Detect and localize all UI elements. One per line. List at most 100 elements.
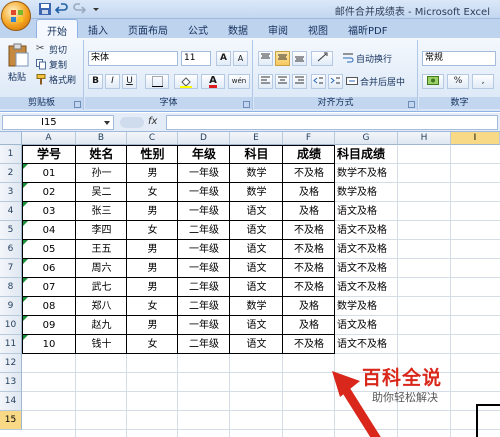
table-cell[interactable]: 语文不及格 (335, 221, 398, 240)
underline-button[interactable]: U (122, 74, 137, 89)
table-cell[interactable]: 及格 (283, 183, 335, 202)
increase-indent-button[interactable] (328, 74, 343, 89)
table-cell[interactable]: 男 (127, 240, 178, 259)
number-format-select[interactable]: 常规 (422, 51, 496, 66)
align-center-button[interactable] (275, 74, 290, 89)
clipboard-launcher[interactable] (74, 101, 81, 108)
phonetic-button[interactable]: wén (228, 74, 250, 89)
table-cell[interactable]: 语文不及格 (335, 278, 398, 297)
table-cell[interactable]: 语文 (230, 240, 283, 259)
table-cell[interactable]: 语文 (230, 221, 283, 240)
table-cell[interactable]: 男 (127, 316, 178, 335)
align-left-button[interactable] (258, 74, 273, 89)
table-cell[interactable]: 赵九 (76, 316, 127, 335)
table-cell[interactable]: 数学不及格 (335, 164, 398, 183)
column-header-f[interactable]: F (283, 132, 335, 145)
table-cell[interactable]: 郑八 (76, 297, 127, 316)
table-cell[interactable]: 一年级 (178, 164, 230, 183)
table-cell[interactable]: 不及格 (283, 164, 335, 183)
table-cell[interactable]: 二年级 (178, 297, 230, 316)
grow-font-button[interactable]: A (216, 51, 231, 66)
copy-button[interactable]: 复制 (36, 58, 82, 71)
table-cell[interactable]: 不及格 (283, 259, 335, 278)
table-cell[interactable]: 02 (22, 183, 76, 202)
table-cell[interactable]: 不及格 (283, 278, 335, 297)
table-cell[interactable]: 不及格 (283, 240, 335, 259)
table-cell[interactable]: 男 (127, 278, 178, 297)
font-color-button[interactable]: A (201, 74, 225, 89)
column-header-d[interactable]: D (178, 132, 230, 145)
column-header-b[interactable]: B (76, 132, 127, 145)
save-icon[interactable] (38, 2, 52, 16)
table-cell[interactable]: 一年级 (178, 202, 230, 221)
table-cell[interactable]: 08 (22, 297, 76, 316)
percent-button[interactable]: % (447, 74, 469, 89)
tab-formulas[interactable]: 公式 (178, 19, 218, 38)
row-header-15[interactable]: 15 (0, 411, 22, 430)
table-header-cell[interactable]: 科目 (230, 145, 283, 164)
bold-button[interactable]: B (88, 74, 103, 89)
align-right-button[interactable] (292, 74, 307, 89)
table-cell[interactable]: 二年级 (178, 221, 230, 240)
font-launcher[interactable] (243, 101, 250, 108)
table-cell[interactable]: 03 (22, 202, 76, 221)
insert-function-button[interactable]: fx (148, 116, 157, 127)
table-cell[interactable]: 二年级 (178, 278, 230, 297)
row-header-3[interactable]: 3 (0, 183, 22, 202)
row-header-6[interactable]: 6 (0, 240, 22, 259)
table-cell[interactable]: 09 (22, 316, 76, 335)
formula-input[interactable] (166, 115, 498, 130)
column-header-i[interactable]: I (451, 132, 500, 145)
row-header-11[interactable]: 11 (0, 335, 22, 354)
fill-color-button[interactable] (174, 74, 198, 89)
table-cell[interactable]: 一年级 (178, 240, 230, 259)
table-cell[interactable]: 一年级 (178, 183, 230, 202)
orientation-button[interactable] (311, 51, 333, 66)
merge-center-button[interactable]: 合并后居中 (346, 74, 416, 89)
table-cell[interactable]: 及格 (283, 316, 335, 335)
wrap-text-button[interactable]: 自动换行 (342, 51, 414, 66)
table-header-cell[interactable]: 成绩 (283, 145, 335, 164)
table-cell[interactable]: 数学及格 (335, 183, 398, 202)
tab-view[interactable]: 视图 (298, 19, 338, 38)
cut-button[interactable]: ✂ 剪切 (36, 43, 82, 56)
table-cell[interactable]: 数学及格 (335, 297, 398, 316)
align-bottom-button[interactable] (292, 51, 307, 66)
table-cell[interactable]: 钱十 (76, 335, 127, 354)
table-cell[interactable]: 数学 (230, 297, 283, 316)
table-header-cell[interactable]: 性别 (127, 145, 178, 164)
borders-button[interactable] (145, 74, 169, 89)
format-painter-button[interactable]: 格式刷 (36, 73, 82, 86)
table-cell[interactable]: 不及格 (283, 335, 335, 354)
italic-button[interactable]: I (105, 74, 120, 89)
row-header-14[interactable]: 14 (0, 392, 22, 411)
table-cell[interactable]: 女 (127, 221, 178, 240)
tab-review[interactable]: 审阅 (258, 19, 298, 38)
row-header-4[interactable]: 4 (0, 202, 22, 221)
table-cell[interactable]: 语文 (230, 316, 283, 335)
table-cell[interactable]: 男 (127, 202, 178, 221)
column-header-a[interactable]: A (22, 132, 76, 145)
row-header-9[interactable]: 9 (0, 297, 22, 316)
row-header-5[interactable]: 5 (0, 221, 22, 240)
table-cell[interactable]: 语文不及格 (335, 240, 398, 259)
column-header-e[interactable]: E (230, 132, 283, 145)
table-cell[interactable]: 李四 (76, 221, 127, 240)
table-header-cell[interactable]: 年级 (178, 145, 230, 164)
qat-dropdown-icon[interactable] (89, 2, 103, 16)
table-cell[interactable]: 语文 (230, 202, 283, 221)
table-cell[interactable]: 周六 (76, 259, 127, 278)
undo-icon[interactable] (54, 2, 69, 16)
table-cell[interactable]: 数学 (230, 164, 283, 183)
table-cell[interactable]: 语文 (230, 278, 283, 297)
table-cell[interactable]: 01 (22, 164, 76, 183)
tab-home[interactable]: 开始 (36, 19, 78, 38)
table-cell[interactable]: 孙一 (76, 164, 127, 183)
table-cell[interactable]: 吴二 (76, 183, 127, 202)
font-name-select[interactable]: 宋体 (88, 51, 178, 66)
shrink-font-button[interactable]: A (233, 51, 248, 66)
tab-data[interactable]: 数据 (218, 19, 258, 38)
table-cell[interactable]: 及格 (283, 297, 335, 316)
table-cell[interactable]: 语文及格 (335, 316, 398, 335)
table-cell[interactable]: 女 (127, 297, 178, 316)
